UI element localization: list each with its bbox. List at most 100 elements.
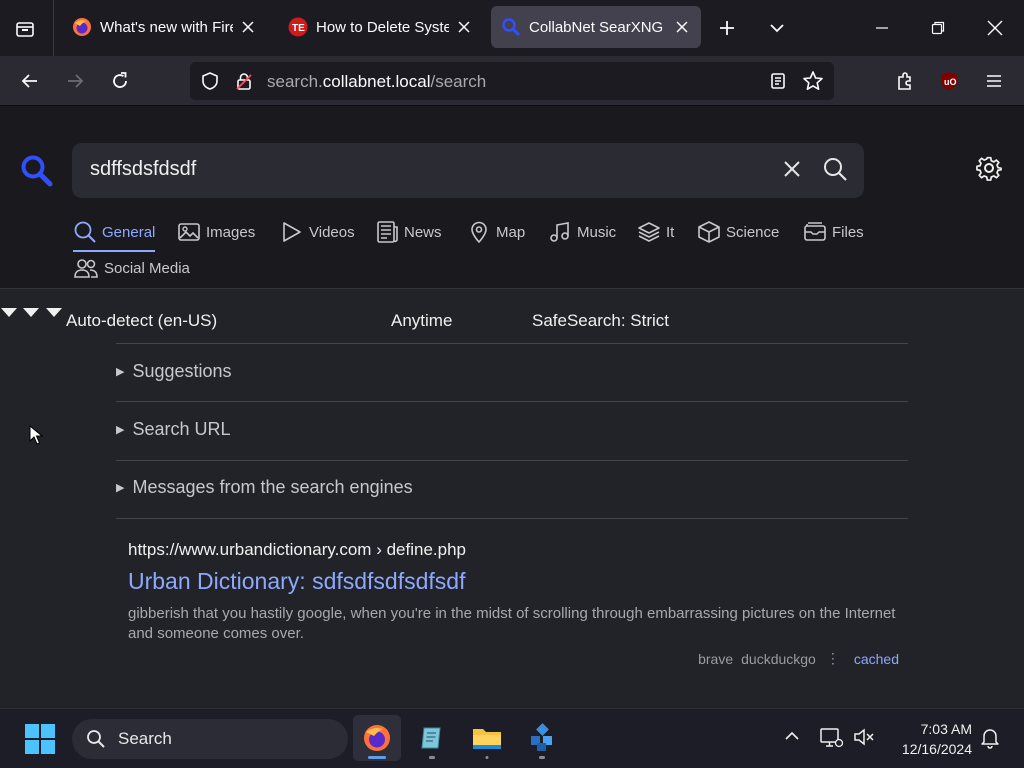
arrow-right-icon bbox=[68, 74, 84, 88]
taskbar-clock[interactable]: 7:03 AM 12/16/2024 bbox=[890, 719, 972, 759]
firefox-icon bbox=[364, 725, 390, 751]
network-icon[interactable] bbox=[819, 727, 843, 749]
close-icon[interactable] bbox=[673, 18, 691, 36]
ublock-origin-icon: uO bbox=[941, 72, 957, 90]
taskbar-app-cubes[interactable] bbox=[518, 715, 566, 761]
category-news[interactable]: News bbox=[375, 217, 442, 247]
category-music[interactable]: Music bbox=[548, 217, 616, 247]
address-bar[interactable]: search.collabnet.local/search bbox=[190, 62, 834, 100]
safesearch-select[interactable]: SafeSearch: Strict bbox=[532, 311, 669, 331]
category-images[interactable]: Images bbox=[177, 217, 255, 247]
tab-collabnet-searxng[interactable]: CollabNet SearXNG bbox=[491, 6, 701, 48]
clock-date: 12/16/2024 bbox=[901, 741, 972, 757]
layers-icon bbox=[638, 222, 660, 242]
category-label: Images bbox=[206, 223, 256, 241]
back-button[interactable] bbox=[14, 65, 46, 97]
result-title-link[interactable]: Urban Dictionary: sdfsdfsdfsdfsdf bbox=[128, 568, 908, 595]
category-label: Music bbox=[577, 223, 617, 241]
firefox-view-button[interactable] bbox=[10, 14, 40, 44]
category-general[interactable]: General bbox=[73, 217, 155, 247]
forward-button[interactable] bbox=[59, 65, 91, 97]
cached-link[interactable]: cached bbox=[854, 651, 899, 667]
result-meta: brave duckduckgo ⋮ cached bbox=[690, 650, 899, 667]
close-icon bbox=[987, 20, 1003, 36]
reader-view-icon[interactable] bbox=[768, 71, 788, 96]
clock-time: 7:03 AM bbox=[920, 721, 972, 737]
engine-messages-toggle[interactable]: ▶ Messages from the search engines bbox=[116, 477, 413, 498]
taskbar-firefox[interactable] bbox=[353, 715, 401, 761]
new-tab-button[interactable] bbox=[712, 13, 742, 43]
extensions-button[interactable] bbox=[889, 65, 921, 97]
tab-strip: What's new with Firef TE How to Delete S… bbox=[0, 0, 1024, 56]
files-icon bbox=[804, 222, 826, 241]
close-window-button[interactable] bbox=[967, 0, 1023, 56]
mouse-pointer-icon bbox=[29, 425, 43, 445]
search-input[interactable]: sdffsdsfdsdf bbox=[90, 158, 196, 181]
preferences-button[interactable] bbox=[975, 154, 1003, 187]
arrow-left-icon bbox=[21, 74, 37, 88]
image-icon bbox=[178, 223, 200, 241]
shield-icon[interactable] bbox=[200, 71, 220, 96]
volume-muted-icon[interactable] bbox=[853, 727, 875, 747]
close-icon[interactable] bbox=[239, 18, 257, 36]
category-label: News bbox=[404, 223, 442, 241]
minimize-button[interactable] bbox=[854, 0, 910, 56]
search-url-toggle[interactable]: ▶ Search URL bbox=[116, 419, 231, 440]
windows-taskbar: Search 7:03 AM 12/16/2024 bbox=[0, 708, 1024, 768]
windows-logo-icon bbox=[25, 724, 55, 754]
section-label: Suggestions bbox=[132, 361, 232, 381]
folder-icon bbox=[473, 729, 501, 749]
url-text: search.collabnet.local/search bbox=[267, 72, 487, 91]
bookmark-star-icon[interactable] bbox=[802, 70, 824, 97]
suggestions-toggle[interactable]: ▶ Suggestions bbox=[116, 361, 232, 382]
category-it[interactable]: It bbox=[637, 217, 674, 247]
tab-whats-new[interactable]: What's new with Firef bbox=[62, 6, 267, 48]
restore-button[interactable] bbox=[910, 0, 966, 56]
category-videos[interactable]: Videos bbox=[280, 217, 355, 247]
bell-icon[interactable] bbox=[980, 727, 1000, 749]
taskbar-search[interactable]: Search bbox=[72, 719, 348, 759]
list-all-tabs-button[interactable] bbox=[762, 13, 792, 43]
tab-separator bbox=[53, 0, 54, 56]
search-icon bbox=[74, 221, 96, 243]
chevron-up-icon[interactable] bbox=[783, 727, 801, 745]
ublock-origin-button[interactable]: uO bbox=[933, 65, 965, 97]
category-label: Files bbox=[832, 223, 864, 241]
time-range-select[interactable]: Anytime bbox=[391, 311, 452, 331]
category-label: Map bbox=[496, 223, 526, 241]
tab-how-to-delete[interactable]: TE How to Delete Systen bbox=[278, 6, 483, 48]
insecure-lock-icon[interactable] bbox=[234, 71, 254, 96]
map-pin-icon bbox=[471, 221, 487, 244]
search-filters: Auto-detect (en-US) Anytime SafeSearch: … bbox=[0, 305, 1024, 339]
restore-icon bbox=[931, 21, 945, 35]
taskbar-app-notepad[interactable] bbox=[408, 715, 456, 761]
tab-title: CollabNet SearXNG bbox=[529, 18, 664, 36]
chevron-down-icon[interactable] bbox=[0, 306, 18, 318]
clear-search-button[interactable] bbox=[780, 157, 804, 186]
triangle-right-icon: ▶ bbox=[116, 482, 125, 494]
searxng-logo-link[interactable] bbox=[20, 154, 54, 193]
category-files[interactable]: Files bbox=[803, 217, 864, 247]
chevron-down-icon bbox=[770, 24, 784, 33]
category-label: General bbox=[102, 223, 156, 241]
language-select[interactable]: Auto-detect (en-US) bbox=[66, 311, 217, 331]
result-url[interactable]: https://www.urbandictionary.com › define… bbox=[128, 540, 908, 560]
result-url-path: › define.php bbox=[376, 540, 466, 559]
play-icon bbox=[283, 222, 301, 242]
chevron-down-icon[interactable] bbox=[45, 306, 63, 318]
app-menu-button[interactable] bbox=[978, 65, 1010, 97]
category-science[interactable]: Science bbox=[697, 217, 779, 247]
category-map[interactable]: Map bbox=[467, 217, 525, 247]
reload-button[interactable] bbox=[104, 65, 136, 97]
active-category-indicator bbox=[73, 250, 155, 252]
category-social-media[interactable]: Social Media bbox=[73, 253, 190, 283]
close-icon[interactable] bbox=[455, 18, 473, 36]
search-submit-button[interactable] bbox=[822, 156, 848, 187]
divider bbox=[116, 518, 908, 519]
people-icon bbox=[74, 259, 98, 278]
running-indicator bbox=[539, 756, 545, 759]
taskbar-file-explorer[interactable] bbox=[463, 715, 511, 761]
start-button[interactable] bbox=[24, 723, 56, 760]
chevron-down-icon[interactable] bbox=[22, 306, 40, 318]
running-indicator bbox=[485, 756, 489, 759]
